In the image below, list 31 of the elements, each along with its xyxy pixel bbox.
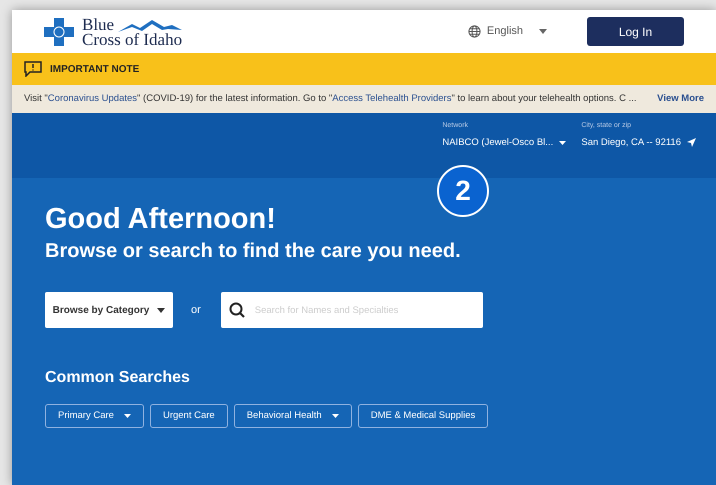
step-number-badge: 2 (437, 165, 489, 217)
logo-text: Blue (82, 16, 114, 32)
browse-category-button[interactable]: Browse by Category (45, 292, 173, 328)
search-icon (228, 302, 245, 318)
location-field[interactable]: San Diego, CA -- 92116 (581, 136, 696, 150)
login-button[interactable]: Log In (587, 17, 684, 46)
caret-icon (157, 308, 166, 312)
notice-text: Visit "Coronavirus Updates" (COVID-19) for the latest information. Go to "Access Telehealth Providers" to learn about your telehealth options. C ... (24, 92, 636, 106)
logo-text: Cross of Idaho (82, 32, 182, 46)
language-selector[interactable]: English (468, 23, 547, 40)
caret-icon (539, 29, 547, 34)
globe-icon (468, 25, 481, 38)
section-title: Common Searches (45, 368, 191, 388)
caret-icon (124, 414, 131, 418)
common-search-button[interactable]: Behavioral Health (234, 404, 352, 428)
message-alert-icon (24, 61, 42, 77)
view-more-link[interactable]: View More (657, 92, 704, 106)
caret-icon (332, 414, 339, 418)
common-search-button[interactable]: Urgent Care (150, 404, 228, 428)
common-search-button[interactable]: Primary Care (45, 404, 144, 428)
or-label: or (191, 302, 201, 318)
notice-link[interactable]: Coronavirus Updates (48, 92, 138, 104)
caret-icon (559, 140, 566, 145)
greeting-heading: Good Afternoon! (45, 202, 277, 236)
note-title: IMPORTANT NOTE (50, 62, 140, 76)
mountain-icon (118, 20, 182, 32)
subtitle: Browse or search to find the care you need. (45, 239, 462, 264)
notice-link[interactable]: Access Telehealth Providers (332, 92, 452, 104)
network-selector[interactable]: NAIBCO (Jewel-Osco Bl... (442, 136, 568, 150)
common-search-button[interactable]: DME & Medical Supplies (358, 404, 488, 428)
location-arrow-icon (687, 138, 696, 148)
